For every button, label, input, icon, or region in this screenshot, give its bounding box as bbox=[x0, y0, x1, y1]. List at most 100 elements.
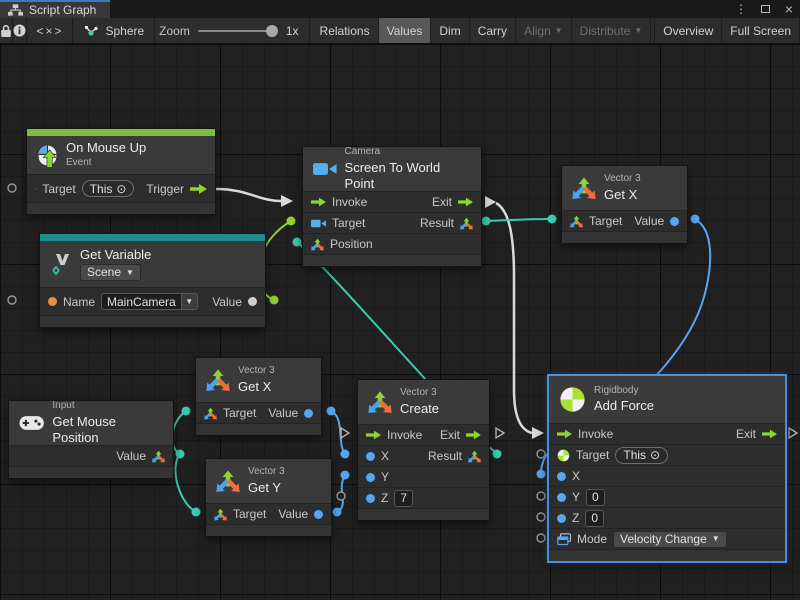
fullscreen-button[interactable]: Full Screen bbox=[722, 18, 800, 43]
arrowhead bbox=[532, 427, 544, 439]
variable-icon bbox=[50, 252, 72, 276]
node-footer bbox=[27, 202, 215, 214]
vector3-icon[interactable] bbox=[152, 450, 165, 463]
chevron-down-icon: ▼ bbox=[634, 27, 642, 35]
zoom-slider[interactable] bbox=[198, 30, 278, 32]
graph-canvas[interactable]: On Mouse Up Event Target This ⊙ Trigger bbox=[0, 44, 800, 600]
variable-scope-dropdown[interactable]: Scene ▼ bbox=[80, 264, 141, 281]
z-port[interactable] bbox=[557, 514, 566, 523]
carry-button[interactable]: Carry bbox=[470, 18, 516, 43]
exit-port[interactable] bbox=[466, 430, 481, 440]
y-port[interactable] bbox=[366, 473, 375, 482]
target-this-pill[interactable]: This ⊙ bbox=[615, 447, 668, 464]
node-get-x-mid[interactable]: Vector 3 Get X Target Value bbox=[195, 357, 322, 436]
y-value-field[interactable]: 0 bbox=[586, 489, 605, 506]
chevron-down-icon: ▼ bbox=[712, 535, 720, 543]
vector3-icon[interactable] bbox=[204, 407, 217, 420]
node-get-y[interactable]: Vector 3 Get Y Target Value bbox=[205, 458, 332, 537]
z-port[interactable] bbox=[366, 494, 375, 503]
port-row: Z 0 bbox=[549, 507, 785, 528]
chevron-down-icon: ▼ bbox=[126, 269, 134, 277]
code-button[interactable]: <×> bbox=[27, 18, 73, 43]
zoom-slider-handle[interactable] bbox=[266, 25, 278, 37]
wire-mouse-to-getx bbox=[172, 411, 186, 454]
trigger-port-label: Trigger bbox=[146, 182, 184, 196]
node-footer bbox=[9, 466, 173, 478]
object-picker-icon[interactable]: ⊙ bbox=[650, 449, 660, 461]
name-port[interactable] bbox=[48, 297, 57, 306]
values-button[interactable]: Values bbox=[379, 18, 432, 43]
vector3-icon[interactable] bbox=[460, 217, 473, 230]
arrowhead bbox=[485, 196, 496, 208]
node-get-variable[interactable]: Get Variable Scene ▼ Name MainCamera▼ Va… bbox=[39, 233, 266, 328]
dim-button[interactable]: Dim bbox=[431, 18, 469, 43]
variable-name-dropdown[interactable]: ▼ bbox=[182, 293, 198, 310]
close-icon[interactable]: × bbox=[782, 2, 796, 16]
vector3-icon[interactable] bbox=[468, 450, 481, 463]
camera-type-icon[interactable] bbox=[311, 218, 326, 229]
lock-icon bbox=[0, 24, 12, 38]
port-row: Z 7 bbox=[358, 487, 489, 508]
distribute-button[interactable]: Distribute ▼ bbox=[572, 18, 652, 43]
value-port[interactable] bbox=[248, 297, 257, 306]
value-port[interactable] bbox=[670, 217, 679, 226]
node-footer bbox=[303, 254, 481, 266]
menu-icon[interactable]: ⋮ bbox=[734, 2, 748, 16]
node-title: Screen To World Point bbox=[345, 160, 471, 193]
rigidbody-type-icon[interactable] bbox=[557, 449, 570, 462]
tab-script-graph[interactable]: Script Graph bbox=[0, 0, 110, 18]
info-button[interactable] bbox=[13, 18, 27, 43]
vector3-icon bbox=[206, 368, 230, 392]
graph-node-icon bbox=[83, 24, 99, 38]
enum-icon[interactable] bbox=[557, 533, 571, 546]
node-header: Vector 3 Create bbox=[358, 380, 489, 424]
node-footer bbox=[40, 315, 265, 327]
exit-port[interactable] bbox=[458, 197, 473, 207]
zoom-control: Zoom 1x bbox=[155, 18, 309, 43]
trigger-port[interactable] bbox=[190, 184, 207, 194]
graph-breadcrumb[interactable]: Sphere bbox=[73, 18, 155, 43]
exit-port[interactable] bbox=[762, 429, 777, 439]
mode-dropdown[interactable]: Velocity Change ▼ bbox=[613, 531, 727, 548]
wire-mouse-to-gety bbox=[175, 454, 196, 512]
vector3-icon[interactable] bbox=[214, 508, 227, 521]
node-vector3-create[interactable]: Vector 3 Create Invoke Exit X Result bbox=[357, 379, 490, 521]
overview-button[interactable]: Overview bbox=[654, 18, 722, 43]
wire-exit-to-invoke bbox=[496, 203, 532, 433]
vector3-icon[interactable] bbox=[570, 215, 583, 228]
relations-button[interactable]: Relations bbox=[312, 18, 379, 43]
value-port[interactable] bbox=[314, 510, 323, 519]
invoke-port[interactable] bbox=[557, 429, 572, 439]
gamepad-icon bbox=[19, 415, 44, 431]
port-row: Y 0 bbox=[549, 486, 785, 507]
port-row: X Result bbox=[358, 445, 489, 466]
value-port[interactable] bbox=[304, 409, 313, 418]
invoke-port[interactable] bbox=[366, 430, 381, 440]
node-title: Get Variable bbox=[80, 247, 151, 263]
green-endpoints[interactable] bbox=[270, 217, 296, 305]
tab-bar: Script Graph ⋮ × bbox=[0, 0, 800, 18]
port-row: Target This ⊙ Trigger bbox=[27, 174, 215, 202]
port-row: Mode Velocity Change ▼ bbox=[549, 528, 785, 549]
vector3-icon bbox=[572, 176, 596, 200]
node-header: Vector 3 Get Y bbox=[206, 459, 331, 503]
toolbar-buttons: Relations Values Dim Carry Align ▼ Distr… bbox=[312, 18, 800, 43]
maximize-icon[interactable] bbox=[758, 2, 772, 16]
x-port[interactable] bbox=[366, 452, 375, 461]
align-button[interactable]: Align ▼ bbox=[516, 18, 572, 43]
z-value-field[interactable]: 0 bbox=[585, 510, 604, 527]
node-on-mouse-up[interactable]: On Mouse Up Event Target This ⊙ Trigger bbox=[26, 128, 216, 215]
variable-name-field[interactable]: MainCamera bbox=[101, 293, 182, 310]
target-this-pill[interactable]: This ⊙ bbox=[82, 180, 135, 197]
node-add-force[interactable]: Rigidbody Add Force Invoke Exit bbox=[547, 374, 787, 563]
node-screen-to-world-point[interactable]: Camera Screen To World Point Invoke Exit bbox=[302, 146, 482, 267]
node-get-x-top[interactable]: Vector 3 Get X Target Value bbox=[561, 165, 688, 244]
vector3-icon[interactable] bbox=[311, 238, 324, 251]
lock-button[interactable] bbox=[0, 18, 13, 43]
y-port[interactable] bbox=[557, 493, 566, 502]
invoke-port[interactable] bbox=[311, 197, 326, 207]
z-value-field[interactable]: 7 bbox=[394, 490, 413, 507]
node-get-mouse-position[interactable]: Input Get Mouse Position Value bbox=[8, 400, 174, 479]
x-port[interactable] bbox=[557, 472, 566, 481]
object-picker-icon[interactable]: ⊙ bbox=[116, 183, 126, 195]
